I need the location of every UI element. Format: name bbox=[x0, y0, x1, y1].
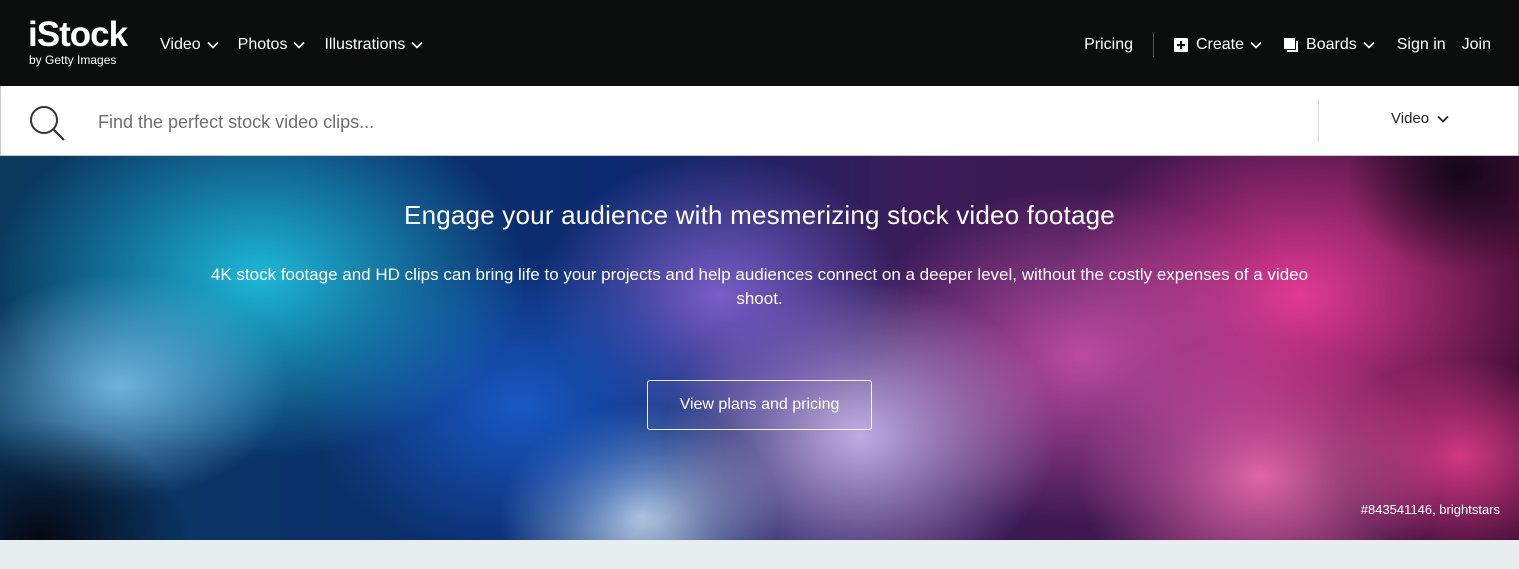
nav-illustrations[interactable]: Illustrations bbox=[324, 32, 423, 58]
content-area bbox=[0, 540, 1519, 569]
nav-divider bbox=[1152, 33, 1154, 57]
join-link[interactable]: Join bbox=[1462, 32, 1491, 58]
primary-nav: Video Photos Illustrations bbox=[160, 32, 442, 58]
hero-image-shade bbox=[0, 340, 260, 540]
boards-label: Boards bbox=[1306, 36, 1357, 53]
chevron-down-icon bbox=[411, 39, 423, 51]
nav-photos-label: Photos bbox=[237, 36, 288, 53]
nav-video-label: Video bbox=[160, 36, 201, 53]
account-nav: Pricing Create Boards Sign in Join bbox=[1084, 32, 1491, 58]
chevron-down-icon bbox=[207, 39, 219, 51]
chevron-down-icon bbox=[1250, 39, 1262, 51]
search-input[interactable] bbox=[98, 106, 1288, 138]
nav-video[interactable]: Video bbox=[160, 32, 219, 58]
nav-photos[interactable]: Photos bbox=[238, 32, 306, 58]
pricing-link[interactable]: Pricing bbox=[1084, 32, 1133, 58]
media-type-value: Video bbox=[1391, 110, 1430, 127]
boards-icon bbox=[1284, 38, 1299, 52]
istock-logo[interactable]: iStock by Getty Images bbox=[28, 16, 140, 70]
boards-menu[interactable]: Boards bbox=[1284, 32, 1375, 58]
image-credit: #843541146, brightstars bbox=[1360, 502, 1500, 517]
create-label: Create bbox=[1195, 36, 1245, 53]
chevron-down-icon bbox=[293, 39, 306, 51]
create-menu[interactable]: Create bbox=[1173, 32, 1262, 58]
view-plans-button[interactable]: View plans and pricing bbox=[647, 380, 872, 430]
hero-title: Engage your audience with mesmerizing st… bbox=[404, 200, 1115, 230]
hero-banner: Engage your audience with mesmerizing st… bbox=[0, 156, 1519, 540]
plus-square-icon bbox=[1173, 38, 1188, 52]
sign-in-link[interactable]: Sign in bbox=[1397, 32, 1446, 58]
search-divider bbox=[1318, 100, 1319, 142]
search-icon[interactable] bbox=[28, 104, 66, 142]
logo-tagline: by Getty Images bbox=[29, 53, 117, 67]
search-bar: Video bbox=[0, 86, 1519, 156]
top-navigation: iStock by Getty Images Video Photos Illu… bbox=[0, 0, 1519, 86]
logo-wordmark: iStock bbox=[28, 15, 128, 54]
media-type-select[interactable]: Video bbox=[1391, 110, 1449, 127]
chevron-down-icon bbox=[1363, 39, 1375, 51]
nav-illustrations-label: Illustrations bbox=[324, 36, 406, 53]
chevron-down-icon bbox=[1437, 113, 1449, 125]
hero-subtitle: 4K stock footage and HD clips can bring … bbox=[210, 265, 1309, 308]
